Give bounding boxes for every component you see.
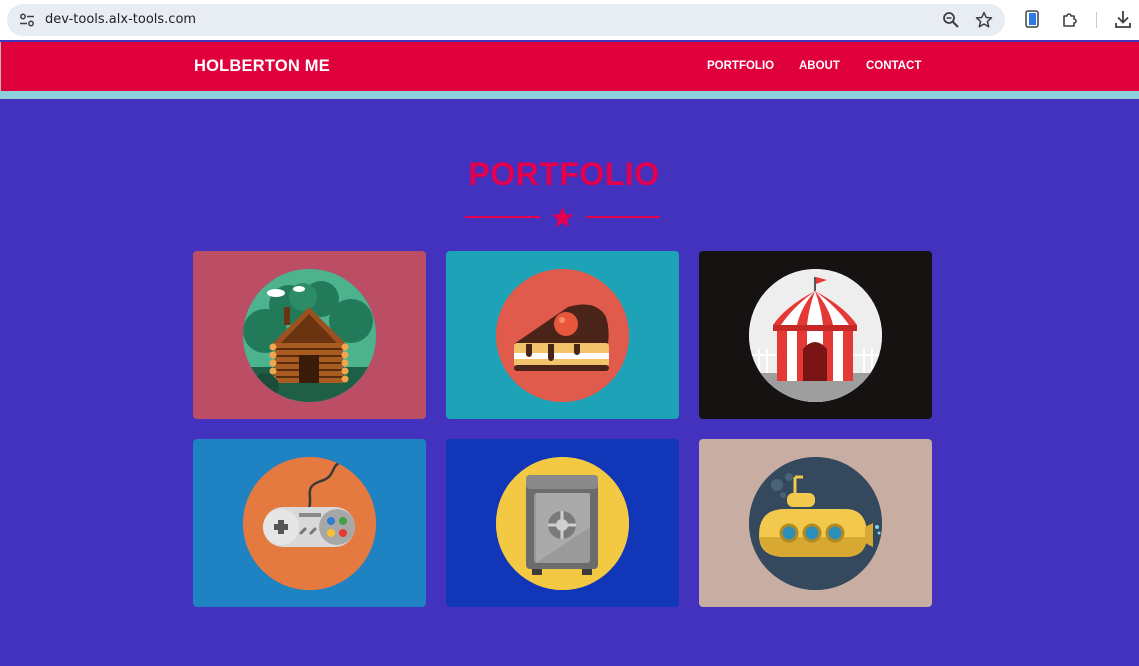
cake-slice-icon (496, 269, 629, 402)
nav-link-contact[interactable]: CONTACT (866, 60, 921, 72)
url-text[interactable]: dev-tools.alx-tools.com (45, 12, 196, 27)
address-bar[interactable]: dev-tools.alx-tools.com (7, 4, 1005, 36)
extensions-puzzle-icon[interactable] (1060, 10, 1080, 30)
site-header: HOLBERTON ME PORTFOLIO ABOUT CONTACT (0, 42, 1139, 91)
zoom-icon[interactable] (942, 11, 960, 29)
portfolio-item-safe[interactable] (446, 439, 679, 607)
portfolio-item-cake[interactable] (446, 251, 679, 419)
extension-icon[interactable] (1024, 10, 1042, 28)
title-divider-left (465, 216, 540, 218)
portfolio-item-circus[interactable] (699, 251, 932, 419)
circus-tent-icon (749, 269, 882, 402)
portfolio-item-cabin[interactable] (193, 251, 426, 419)
game-controller-icon (243, 457, 376, 590)
header-stripe (0, 91, 1139, 99)
cabin-thumbnail (243, 269, 376, 402)
safe-icon (496, 457, 629, 590)
site-logo[interactable]: HOLBERTON ME (194, 57, 330, 76)
download-icon[interactable] (1113, 9, 1133, 29)
safe-thumbnail (496, 457, 629, 590)
bookmark-star-icon[interactable] (975, 11, 993, 29)
browser-toolbar: dev-tools.alx-tools.com (0, 0, 1139, 40)
submarine-icon (749, 457, 882, 590)
title-divider-right (586, 216, 660, 218)
circus-thumbnail (749, 269, 882, 402)
submarine-thumbnail (749, 457, 882, 590)
nav-link-portfolio[interactable]: PORTFOLIO (707, 60, 774, 72)
log-cabin-icon (243, 269, 376, 402)
nav-link-about[interactable]: ABOUT (799, 60, 840, 72)
section-title: PORTFOLIO (468, 156, 660, 192)
controller-thumbnail (243, 457, 376, 590)
cake-thumbnail (496, 269, 629, 402)
site-settings-icon[interactable] (19, 13, 35, 27)
star-icon (551, 206, 574, 228)
portfolio-item-controller[interactable] (193, 439, 426, 607)
toolbar-divider (1096, 12, 1097, 28)
portfolio-item-submarine[interactable] (699, 439, 932, 607)
